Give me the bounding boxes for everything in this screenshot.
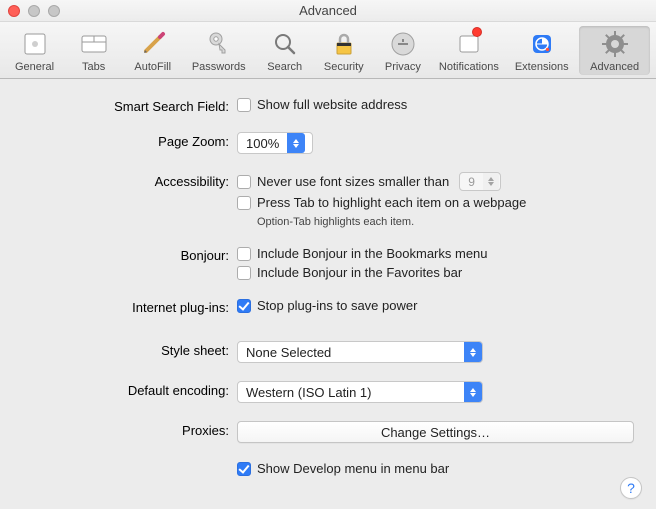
window-title: Advanced <box>0 3 656 18</box>
preferences-toolbar: General Tabs AutoFill Passwords Search <box>0 22 656 79</box>
show-full-url-checkbox[interactable] <box>237 98 251 112</box>
stepper-icon <box>287 133 305 153</box>
help-button[interactable]: ? <box>620 477 642 499</box>
stepper-icon <box>464 382 482 402</box>
gear-icon <box>600 29 630 59</box>
tab-passwords[interactable]: Passwords <box>183 26 254 75</box>
smart-search-label: Smart Search Field: <box>22 97 237 114</box>
tab-security[interactable]: Security <box>315 26 372 75</box>
press-tab-label: Press Tab to highlight each item on a we… <box>257 195 526 210</box>
notification-icon <box>454 29 484 59</box>
tab-notifications[interactable]: Notifications <box>433 26 504 75</box>
advanced-pane: Smart Search Field: Show full website ad… <box>0 79 656 492</box>
key-icon <box>204 29 234 59</box>
bonjour-bookmarks-label: Include Bonjour in the Bookmarks menu <box>257 246 488 261</box>
autofill-icon <box>138 29 168 59</box>
tab-advanced[interactable]: Advanced <box>579 26 650 75</box>
zoom-window-button[interactable] <box>48 5 60 17</box>
stylesheet-label: Style sheet: <box>22 341 237 358</box>
plugins-label: Internet plug-ins: <box>22 298 237 315</box>
page-zoom-label: Page Zoom: <box>22 132 237 149</box>
bonjour-favorites-label: Include Bonjour in the Favorites bar <box>257 265 462 280</box>
encoding-select[interactable]: Western (ISO Latin 1) <box>237 381 483 403</box>
tab-autofill[interactable]: AutoFill <box>124 26 181 75</box>
page-zoom-select[interactable]: 100% <box>237 132 313 154</box>
bonjour-label: Bonjour: <box>22 246 237 263</box>
privacy-icon <box>388 29 418 59</box>
proxies-label: Proxies: <box>22 421 237 438</box>
tab-general[interactable]: General <box>6 26 63 75</box>
encoding-label: Default encoding: <box>22 381 237 398</box>
show-full-url-label: Show full website address <box>257 97 407 112</box>
stepper-icon <box>464 342 482 362</box>
minimize-window-button[interactable] <box>28 5 40 17</box>
general-icon <box>20 29 50 59</box>
lock-icon <box>329 29 359 59</box>
press-tab-hint: Option-Tab highlights each item. <box>237 216 634 228</box>
accessibility-label: Accessibility: <box>22 172 237 189</box>
tab-search[interactable]: Search <box>256 26 313 75</box>
press-tab-checkbox[interactable] <box>237 196 251 210</box>
tab-privacy[interactable]: Privacy <box>374 26 431 75</box>
min-font-size-select[interactable]: 9 <box>459 172 501 191</box>
show-develop-menu-label: Show Develop menu in menu bar <box>257 461 449 476</box>
window-titlebar: Advanced <box>0 0 656 22</box>
stylesheet-select[interactable]: None Selected <box>237 341 483 363</box>
close-window-button[interactable] <box>8 5 20 17</box>
tab-tabs[interactable]: Tabs <box>65 26 122 75</box>
bonjour-bookmarks-checkbox[interactable] <box>237 247 251 261</box>
min-font-checkbox[interactable] <box>237 175 251 189</box>
tab-extensions[interactable]: Extensions <box>506 26 577 75</box>
change-settings-button[interactable]: Change Settings… <box>237 421 634 443</box>
tabs-icon <box>79 29 109 59</box>
search-icon <box>270 29 300 59</box>
stop-plugins-label: Stop plug-ins to save power <box>257 298 417 313</box>
bonjour-favorites-checkbox[interactable] <box>237 266 251 280</box>
stop-plugins-checkbox[interactable] <box>237 299 251 313</box>
stepper-icon <box>483 173 499 190</box>
show-develop-menu-checkbox[interactable] <box>237 462 251 476</box>
extensions-icon <box>527 29 557 59</box>
min-font-label: Never use font sizes smaller than <box>257 174 449 189</box>
